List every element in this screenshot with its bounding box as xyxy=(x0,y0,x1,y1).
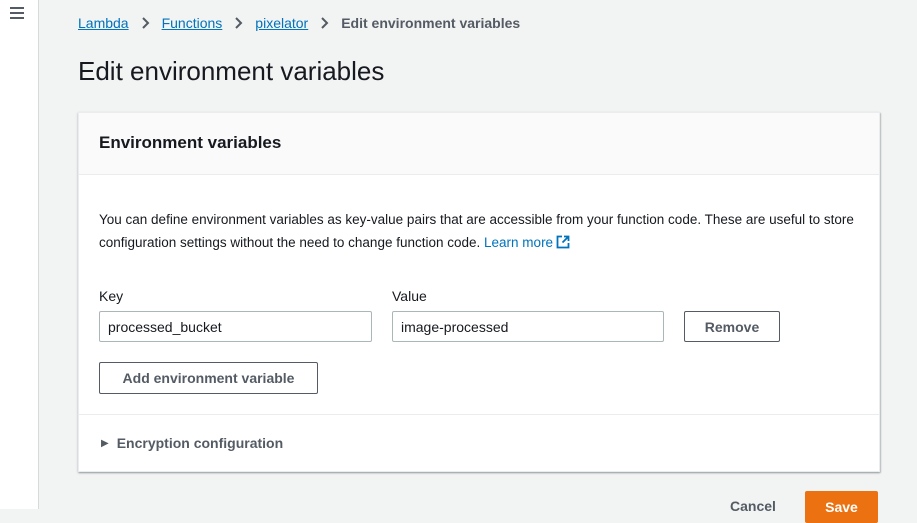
encryption-configuration-label: Encryption configuration xyxy=(116,435,284,451)
environment-variables-panel: Environment variables You can define env… xyxy=(78,112,880,472)
breadcrumb-current: Edit environment variables xyxy=(341,15,521,31)
divider xyxy=(79,414,879,415)
external-link-icon xyxy=(556,233,570,256)
page-title: Edit environment variables xyxy=(78,56,385,86)
cancel-button[interactable]: Cancel xyxy=(730,498,776,514)
breadcrumb-link-functions[interactable]: Functions xyxy=(162,15,223,31)
panel-header: Environment variables xyxy=(79,113,879,175)
encryption-configuration-expander[interactable]: ▶ Encryption configuration xyxy=(101,435,283,451)
breadcrumb: Lambda Functions pixelator Edit environm… xyxy=(78,15,520,31)
remove-button[interactable]: Remove xyxy=(684,311,780,342)
key-input[interactable] xyxy=(99,311,372,342)
chevron-right-icon xyxy=(234,16,243,30)
caret-right-icon: ▶ xyxy=(101,437,109,449)
value-input[interactable] xyxy=(392,311,664,342)
learn-more-link[interactable]: Learn more xyxy=(484,235,570,250)
panel-description: You can define environment variables as … xyxy=(99,208,869,256)
chevron-right-icon xyxy=(320,16,329,30)
save-button[interactable]: Save xyxy=(805,491,878,523)
key-label: Key xyxy=(99,288,124,304)
description-text: You can define environment variables as … xyxy=(99,212,854,250)
panel-title: Environment variables xyxy=(99,133,282,152)
menu-icon[interactable] xyxy=(10,7,24,19)
add-environment-variable-button[interactable]: Add environment variable xyxy=(99,362,318,394)
breadcrumb-link-pixelator[interactable]: pixelator xyxy=(255,15,308,31)
chevron-right-icon xyxy=(141,16,150,30)
value-label: Value xyxy=(392,288,427,304)
side-navigation-strip xyxy=(0,0,39,509)
breadcrumb-link-lambda[interactable]: Lambda xyxy=(78,15,129,31)
